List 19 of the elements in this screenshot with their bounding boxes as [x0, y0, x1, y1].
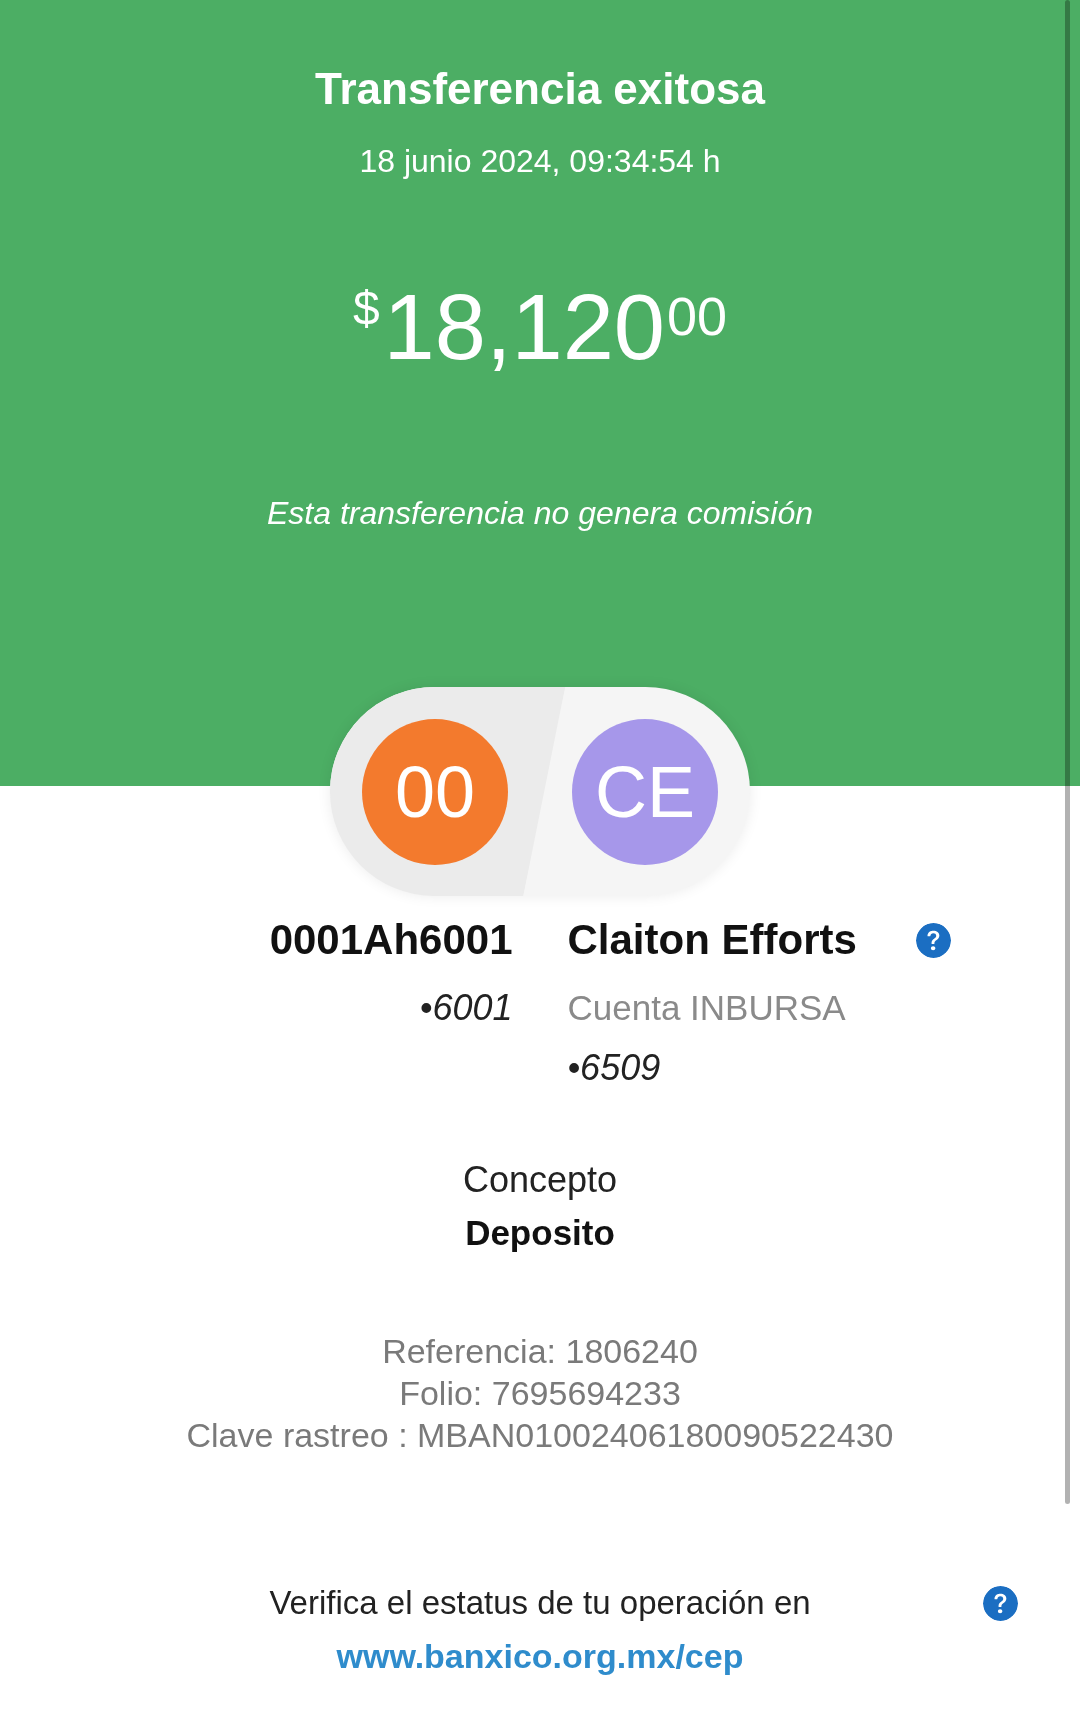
concept-value: Deposito [465, 1212, 615, 1254]
account-name: 0001Ah6001 [269, 915, 513, 965]
account-name: Claiton Efforts [567, 915, 857, 965]
help-icon[interactable] [983, 1585, 1018, 1621]
reference-line: Clave rastreo : MBAN01002406180090522430 [186, 1415, 894, 1456]
bank-name: Cuenta INBURSA [567, 987, 846, 1029]
scrollbar-thumb[interactable] [1065, 0, 1070, 1504]
page-title: Transferencia exitosa [315, 63, 765, 115]
avatar: CE [572, 718, 718, 865]
account-number: •6001 [419, 986, 513, 1030]
account-number: •6509 [567, 1046, 661, 1090]
reference-line: Referencia: 1806240 [382, 1331, 698, 1372]
concept-label: Concepto [462, 1158, 618, 1202]
reference-line: Folio: 7695694233 [399, 1373, 681, 1414]
verify-text: Verifica el estatus de tu operación en [269, 1583, 811, 1623]
help-icon[interactable] [915, 922, 951, 958]
verify-link[interactable]: www.banxico.org.mx/cep [336, 1632, 744, 1680]
transfer-datetime: 18 junio 2024, 09:34:54 h [359, 142, 721, 181]
commission-note: Esta transferencia no genera comisión [266, 494, 814, 533]
